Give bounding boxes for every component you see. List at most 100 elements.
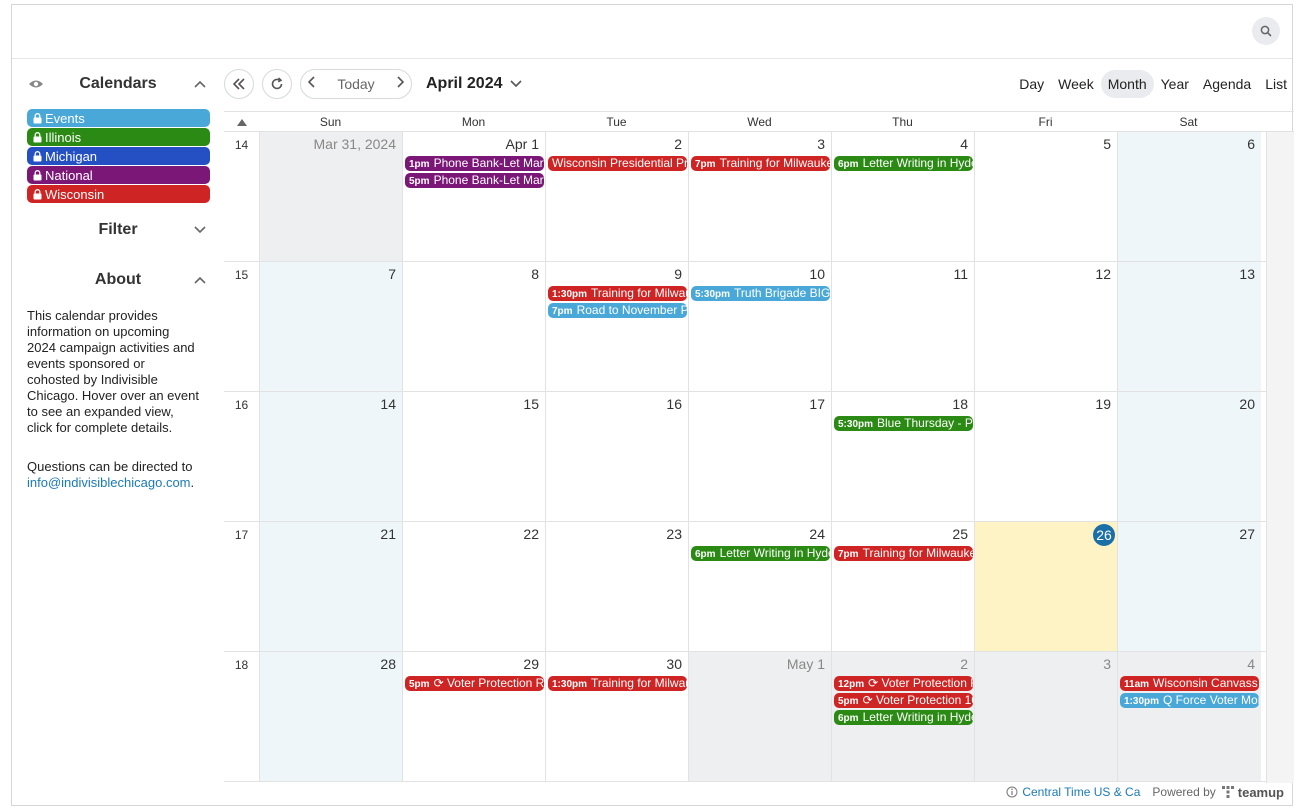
day-number[interactable]: 20 (1239, 396, 1255, 412)
day-cell[interactable]: 2 12pm ⟳ Voter Protection F 5pm ⟳ Voter Prot… (831, 652, 974, 781)
calendar-item-wisconsin[interactable]: Wisconsin (27, 185, 210, 203)
day-number[interactable]: 5 (1103, 136, 1111, 152)
chevron-up-icon[interactable] (192, 272, 208, 288)
email-link[interactable]: info@indivisiblechicago.com (27, 475, 191, 490)
day-number[interactable]: 28 (380, 656, 396, 672)
calendar-item-illinois[interactable]: Illinois (27, 128, 210, 146)
day-cell[interactable]: 9 1:30pmTraining for Milwaukee 7pmRoad to … (545, 262, 688, 391)
prev-button[interactable] (307, 75, 317, 94)
day-cell[interactable]: 8 (402, 262, 545, 391)
day-cell[interactable]: 16 (545, 392, 688, 521)
day-cell[interactable]: 28 (259, 652, 402, 781)
event-chip[interactable]: 1:30pm Q Force Voter Mob (1120, 693, 1259, 708)
day-number[interactable]: 29 (523, 656, 539, 672)
day-cell[interactable]: 18 5:30pm Blue Thursday - P (831, 392, 974, 521)
event-chip[interactable]: 5pm Phone Bank-Let Mary (405, 173, 544, 188)
day-cell[interactable]: 26 (974, 522, 1117, 651)
teamup-brand[interactable]: teamup (1238, 785, 1284, 800)
day-number[interactable]: May 1 (787, 656, 825, 672)
day-number[interactable]: 23 (666, 526, 682, 542)
day-number[interactable]: 13 (1239, 266, 1255, 282)
day-number[interactable]: 4 (1247, 656, 1255, 672)
day-number[interactable]: 6 (1247, 136, 1255, 152)
day-cell[interactable]: 20 (1117, 392, 1261, 521)
day-number[interactable]: 19 (1095, 396, 1111, 412)
view-month[interactable]: Month (1100, 70, 1154, 98)
day-cell[interactable]: 5 (974, 132, 1117, 261)
week-number[interactable]: 17 (224, 522, 259, 542)
event-chip[interactable]: 1:30pmTraining for Milwaukee (548, 676, 687, 691)
chevron-up-icon[interactable] (192, 76, 208, 92)
day-cell[interactable]: 7 (259, 262, 402, 391)
day-number[interactable]: Apr 1 (506, 136, 539, 152)
filter-header[interactable]: Filter (28, 215, 208, 245)
day-number[interactable]: 12 (1095, 266, 1111, 282)
day-number[interactable]: 3 (1103, 656, 1111, 672)
day-number[interactable]: 21 (380, 526, 396, 542)
event-chip[interactable]: 7pm Training for Milwaukee (691, 156, 830, 171)
eye-icon[interactable] (28, 76, 44, 92)
calendar-item-events[interactable]: Events (27, 109, 210, 127)
day-cell[interactable]: 24 6pm Letter Writing in Hyde (688, 522, 831, 651)
event-chip[interactable]: Wisconsin Presidential Primary (548, 156, 687, 171)
day-number[interactable]: 18 (952, 396, 968, 412)
day-cell[interactable]: 22 (402, 522, 545, 651)
view-year[interactable]: Year (1154, 70, 1196, 98)
day-cell[interactable]: 15 (402, 392, 545, 521)
event-chip[interactable]: 1:30pmTraining for Milwaukee (548, 286, 687, 301)
day-cell[interactable]: 21 (259, 522, 402, 651)
collapse-arrow[interactable] (224, 112, 259, 132)
day-number[interactable]: 4 (960, 136, 968, 152)
event-chip[interactable]: 5:30pm Blue Thursday - P (834, 416, 973, 431)
day-cell[interactable]: 13 (1117, 262, 1261, 391)
day-cell[interactable]: 3 (974, 652, 1117, 781)
day-cell[interactable]: 14 (259, 392, 402, 521)
next-button[interactable] (395, 75, 405, 94)
timezone-link[interactable]: Central Time US & Ca (1022, 785, 1140, 799)
calendar-item-michigan[interactable]: Michigan (27, 147, 210, 165)
day-cell[interactable]: 25 7pm Training for Milwaukee (831, 522, 974, 651)
event-chip[interactable]: 5:30pm Truth Brigade BIG (691, 286, 830, 301)
view-day[interactable]: Day (1012, 70, 1051, 98)
day-number[interactable]: 15 (523, 396, 539, 412)
week-number[interactable]: 16 (224, 392, 259, 412)
day-cell[interactable]: 11 (831, 262, 974, 391)
day-cell[interactable]: 29 5pm ⟳ Voter Protection Re (402, 652, 545, 781)
day-cell[interactable]: 23 (545, 522, 688, 651)
calendar-item-national[interactable]: National (27, 166, 210, 184)
day-number[interactable]: 24 (809, 526, 825, 542)
day-number[interactable]: 17 (809, 396, 825, 412)
week-number[interactable]: 15 (224, 262, 259, 282)
day-cell[interactable]: Mar 31, 2024 (259, 132, 402, 261)
day-number[interactable]: 10 (809, 266, 825, 282)
event-chip[interactable]: 12pm ⟳ Voter Protection F (834, 676, 973, 691)
day-cell[interactable]: 2 Wisconsin Presidential Primary (545, 132, 688, 261)
event-chip[interactable]: 6pm Letter Writing in Hyde (834, 156, 973, 171)
day-cell[interactable]: 10 5:30pm Truth Brigade BIG (688, 262, 831, 391)
day-cell[interactable]: 6 (1117, 132, 1261, 261)
collapse-sidebar-button[interactable] (224, 69, 254, 99)
refresh-button[interactable] (262, 69, 292, 99)
scrollbar[interactable] (1266, 132, 1294, 783)
day-cell[interactable]: 12 (974, 262, 1117, 391)
day-number[interactable]: 2 (960, 656, 968, 672)
event-chip[interactable]: 11am Wisconsin Canvass (1120, 676, 1259, 691)
day-number[interactable]: 2 (674, 136, 682, 152)
week-number[interactable]: 14 (224, 132, 259, 152)
today-button[interactable]: Today (337, 76, 374, 92)
day-number[interactable]: 9 (674, 266, 682, 282)
day-cell[interactable]: 30 1:30pmTraining for Milwaukee (545, 652, 688, 781)
day-number[interactable]: 3 (817, 136, 825, 152)
day-number[interactable]: 7 (388, 266, 396, 282)
day-cell[interactable]: 27 (1117, 522, 1261, 651)
day-cell[interactable]: 4 6pm Letter Writing in Hyde (831, 132, 974, 261)
day-number[interactable]: 16 (666, 396, 682, 412)
day-number[interactable]: 26 (1093, 524, 1115, 546)
event-chip[interactable]: 7pm Road to November P (548, 303, 687, 318)
event-chip[interactable]: 1pm Phone Bank-Let Mary (405, 156, 544, 171)
event-chip[interactable]: 5pm ⟳ Voter Protection 10 (834, 693, 973, 708)
day-number[interactable]: 22 (523, 526, 539, 542)
day-cell[interactable]: May 1 (688, 652, 831, 781)
event-chip[interactable]: 7pm Training for Milwaukee (834, 546, 973, 561)
day-cell[interactable]: Apr 1 1pm Phone Bank-Let Mary 5pm Phone Bank… (402, 132, 545, 261)
